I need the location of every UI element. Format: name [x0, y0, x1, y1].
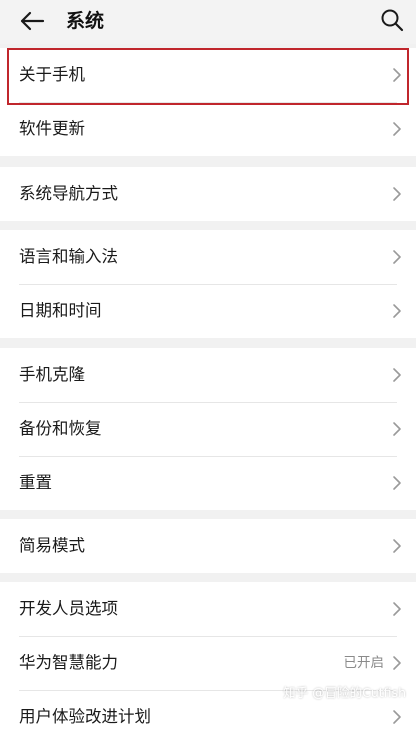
settings-item-label: 用户体验改进计划 [19, 707, 151, 726]
settings-item-label: 日期和时间 [19, 301, 102, 320]
settings-item-label: 开发人员选项 [19, 599, 118, 618]
settings-item-huawei-ai[interactable]: 华为智慧能力 已开启 [0, 636, 416, 690]
settings-item-label: 华为智慧能力 [19, 653, 118, 672]
settings-group-advanced: 开发人员选项 华为智慧能力 已开启 用户体验改进计划 [0, 582, 416, 744]
settings-item-software-update[interactable]: 软件更新 [0, 102, 416, 156]
settings-item-status: 已开启 [343, 655, 385, 671]
settings-item-label: 备份和恢复 [19, 419, 102, 438]
settings-item-date-time[interactable]: 日期和时间 [0, 284, 416, 338]
search-icon [381, 9, 404, 32]
settings-group-backup: 手机克隆 备份和恢复 重置 [0, 348, 416, 510]
chevron-right-icon [393, 304, 401, 318]
settings-item-developer-options[interactable]: 开发人员选项 [0, 582, 416, 636]
settings-item-label: 系统导航方式 [19, 184, 118, 203]
settings-item-label: 简易模式 [19, 536, 85, 555]
chevron-right-icon [393, 68, 401, 82]
chevron-right-icon [393, 422, 401, 436]
chevron-right-icon [393, 122, 401, 136]
settings-item-label: 关于手机 [19, 65, 85, 84]
chevron-right-icon [393, 250, 401, 264]
chevron-right-icon [393, 476, 401, 490]
settings-item-language-input[interactable]: 语言和输入法 [0, 230, 416, 284]
settings-group-device: 关于手机 软件更新 [0, 48, 416, 156]
settings-item-label: 重置 [19, 473, 52, 492]
settings-item-backup-restore[interactable]: 备份和恢复 [0, 402, 416, 456]
settings-group-navigation: 系统导航方式 [0, 167, 416, 221]
settings-group-simple-mode: 简易模式 [0, 519, 416, 573]
chevron-right-icon [393, 710, 401, 724]
watermark: 知乎 @冒险的Cutfish [283, 685, 406, 700]
back-button[interactable] [12, 4, 52, 38]
top-app-bar: 系统 [0, 0, 416, 44]
chevron-right-icon [393, 539, 401, 553]
page-title: 系统 [66, 10, 105, 32]
settings-item-about-phone[interactable]: 关于手机 [0, 48, 416, 102]
arrow-left-icon [20, 11, 45, 31]
chevron-right-icon [393, 602, 401, 616]
settings-item-reset[interactable]: 重置 [0, 456, 416, 510]
chevron-right-icon [393, 187, 401, 201]
search-button[interactable] [374, 2, 410, 38]
settings-item-simple-mode[interactable]: 简易模式 [0, 519, 416, 573]
chevron-right-icon [393, 656, 401, 670]
settings-item-label: 手机克隆 [19, 365, 85, 384]
settings-item-phone-clone[interactable]: 手机克隆 [0, 348, 416, 402]
settings-item-label: 语言和输入法 [19, 247, 118, 266]
chevron-right-icon [393, 368, 401, 382]
settings-item-system-navigation[interactable]: 系统导航方式 [0, 167, 416, 221]
settings-item-label: 软件更新 [19, 119, 85, 138]
settings-group-language-time: 语言和输入法 日期和时间 [0, 230, 416, 338]
